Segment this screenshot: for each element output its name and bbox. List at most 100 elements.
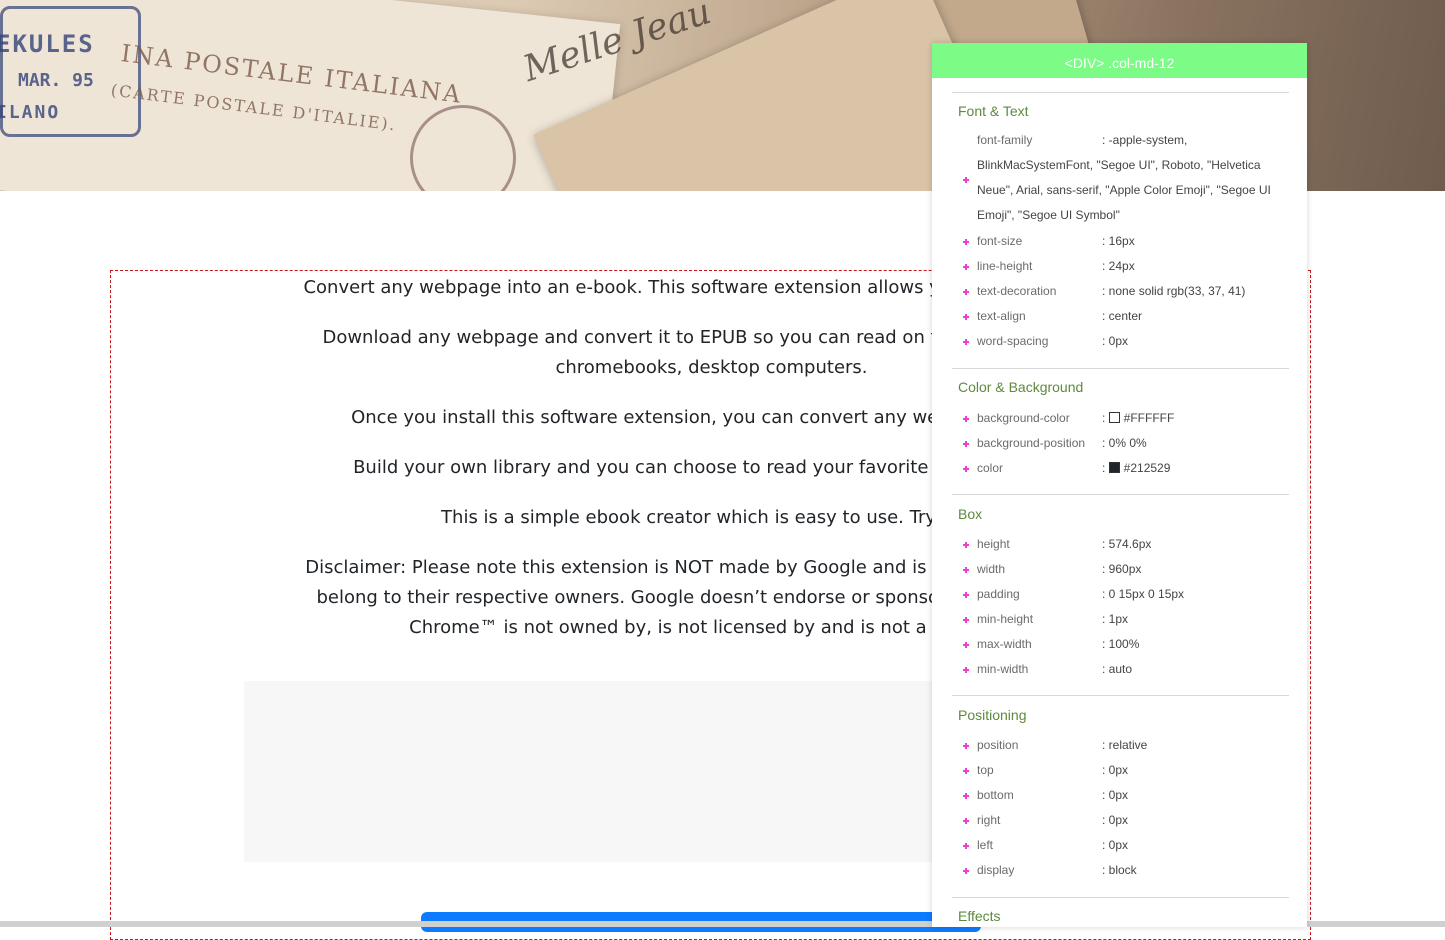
prop-name: top xyxy=(977,763,994,777)
prop-name: bottom xyxy=(977,788,1014,802)
prop-name: color xyxy=(977,461,1004,475)
plus-icon xyxy=(963,239,969,245)
prop-value: : 16px xyxy=(1102,234,1135,248)
plus-icon xyxy=(963,441,969,447)
prop-value-with-swatch: : #FFFFFF xyxy=(1102,411,1175,425)
plus-icon xyxy=(963,264,969,270)
stamp-text: EKULES xyxy=(0,30,95,58)
plus-icon xyxy=(963,868,969,874)
section-title-font-text: Font & Text xyxy=(958,103,1029,119)
prop-name: min-height xyxy=(977,612,1034,626)
plus-icon xyxy=(963,289,969,295)
prop-row: color : #212529 xyxy=(932,456,1307,481)
prop-row: word-spacing : 0px xyxy=(932,329,1307,354)
prop-value: Neue", Arial, sans-serif, "Apple Color E… xyxy=(977,183,1271,197)
stamp-text: MAR. 95 xyxy=(18,70,94,91)
plus-icon xyxy=(963,743,969,749)
prop-name: text-decoration xyxy=(977,284,1057,298)
section-divider xyxy=(952,368,1289,369)
inspector-header[interactable]: <DIV> .col-md-12 xyxy=(932,43,1307,78)
prop-value: : auto xyxy=(1102,662,1133,676)
prop-row: bottom : 0px xyxy=(932,783,1307,808)
plus-icon xyxy=(963,818,969,824)
prop-value: BlinkMacSystemFont, "Segoe UI", Roboto, … xyxy=(977,158,1261,172)
prop-value: : 0 15px 0 15px xyxy=(1102,587,1185,601)
prop-value: : -apple-system, xyxy=(1102,133,1188,147)
section-divider xyxy=(952,897,1289,898)
prop-row: text-align : center xyxy=(932,304,1307,329)
prop-row: background-color : #FFFFFF xyxy=(932,406,1307,431)
ad-placeholder xyxy=(244,681,944,862)
font-family-block: font-family : -apple-system, BlinkMacSys… xyxy=(977,128,1292,228)
prop-name: word-spacing xyxy=(977,334,1049,348)
prop-value: : 0px xyxy=(1102,813,1129,827)
prop-value: : none solid rgb(33, 37, 41) xyxy=(1102,284,1246,298)
prop-row: width : 960px xyxy=(932,557,1307,582)
plus-icon xyxy=(963,667,969,673)
prop-row: line-height : 24px xyxy=(932,254,1307,279)
plus-icon xyxy=(963,567,969,573)
prop-row: display : block xyxy=(932,858,1307,883)
prop-value: : 0px xyxy=(1102,838,1129,852)
plus-icon xyxy=(963,793,969,799)
css-inspector-panel[interactable]: <DIV> .col-md-12 Font & Text font-family… xyxy=(932,43,1307,927)
prop-name: background-color xyxy=(977,411,1070,425)
plus-icon xyxy=(963,542,969,548)
prop-row: padding : 0 15px 0 15px xyxy=(932,582,1307,607)
prop-value: : 574.6px xyxy=(1102,537,1152,551)
prop-row: top : 0px xyxy=(932,758,1307,783)
prop-value: : 1px xyxy=(1102,612,1129,626)
prop-name: display xyxy=(977,863,1015,877)
prop-value: : 100% xyxy=(1102,637,1140,651)
prop-value: : block xyxy=(1102,863,1137,877)
prop-name: font-family xyxy=(977,133,1033,147)
prop-value-with-swatch: : #212529 xyxy=(1102,461,1171,475)
prop-row: left : 0px xyxy=(932,833,1307,858)
plus-icon xyxy=(963,592,969,598)
section-divider xyxy=(952,494,1289,495)
prop-value: : 0px xyxy=(1102,763,1129,777)
plus-icon xyxy=(963,416,969,422)
plus-icon xyxy=(963,642,969,648)
plus-icon xyxy=(963,466,969,472)
prop-name: min-width xyxy=(977,662,1029,676)
prop-name: position xyxy=(977,738,1019,752)
section-divider xyxy=(952,92,1289,93)
plus-icon xyxy=(963,177,969,183)
prop-name: text-align xyxy=(977,309,1026,323)
prop-row: background-position : 0% 0% xyxy=(932,431,1307,456)
prop-name: left xyxy=(977,838,994,852)
prop-value: Emoji", "Segoe UI Symbol" xyxy=(977,208,1120,222)
prop-value: : 0px xyxy=(1102,334,1129,348)
plus-icon xyxy=(963,768,969,774)
prop-row: min-width : auto xyxy=(932,657,1307,682)
prop-name: max-width xyxy=(977,637,1032,651)
color-value: #FFFFFF xyxy=(1123,411,1175,425)
prop-row: font-size : 16px xyxy=(932,229,1307,254)
color-value: #212529 xyxy=(1123,461,1171,475)
color-swatch xyxy=(1108,462,1120,473)
prop-row: height : 574.6px xyxy=(932,532,1307,557)
prop-value: : 960px xyxy=(1102,562,1142,576)
prop-row: position : relative xyxy=(932,733,1307,758)
prop-name: right xyxy=(977,813,1001,827)
prop-name: background-position xyxy=(977,436,1086,450)
prop-name: font-size xyxy=(977,234,1023,248)
prop-name: line-height xyxy=(977,259,1033,273)
prop-value: : center xyxy=(1102,309,1143,323)
section-title-effects: Effects xyxy=(958,908,1001,924)
prop-value: : 0px xyxy=(1102,788,1129,802)
prop-row: min-height : 1px xyxy=(932,607,1307,632)
prop-row: right : 0px xyxy=(932,808,1307,833)
prop-row: text-decoration : none solid rgb(33, 37,… xyxy=(932,279,1307,304)
plus-icon xyxy=(963,843,969,849)
plus-icon xyxy=(963,339,969,345)
prop-name: padding xyxy=(977,587,1020,601)
section-title-box: Box xyxy=(958,506,983,522)
prop-name: height xyxy=(977,537,1010,551)
section-title-color-background: Color & Background xyxy=(958,379,1084,395)
plus-icon xyxy=(963,617,969,623)
plus-icon xyxy=(963,314,969,320)
color-swatch xyxy=(1108,412,1120,423)
section-title-positioning: Positioning xyxy=(958,707,1027,723)
